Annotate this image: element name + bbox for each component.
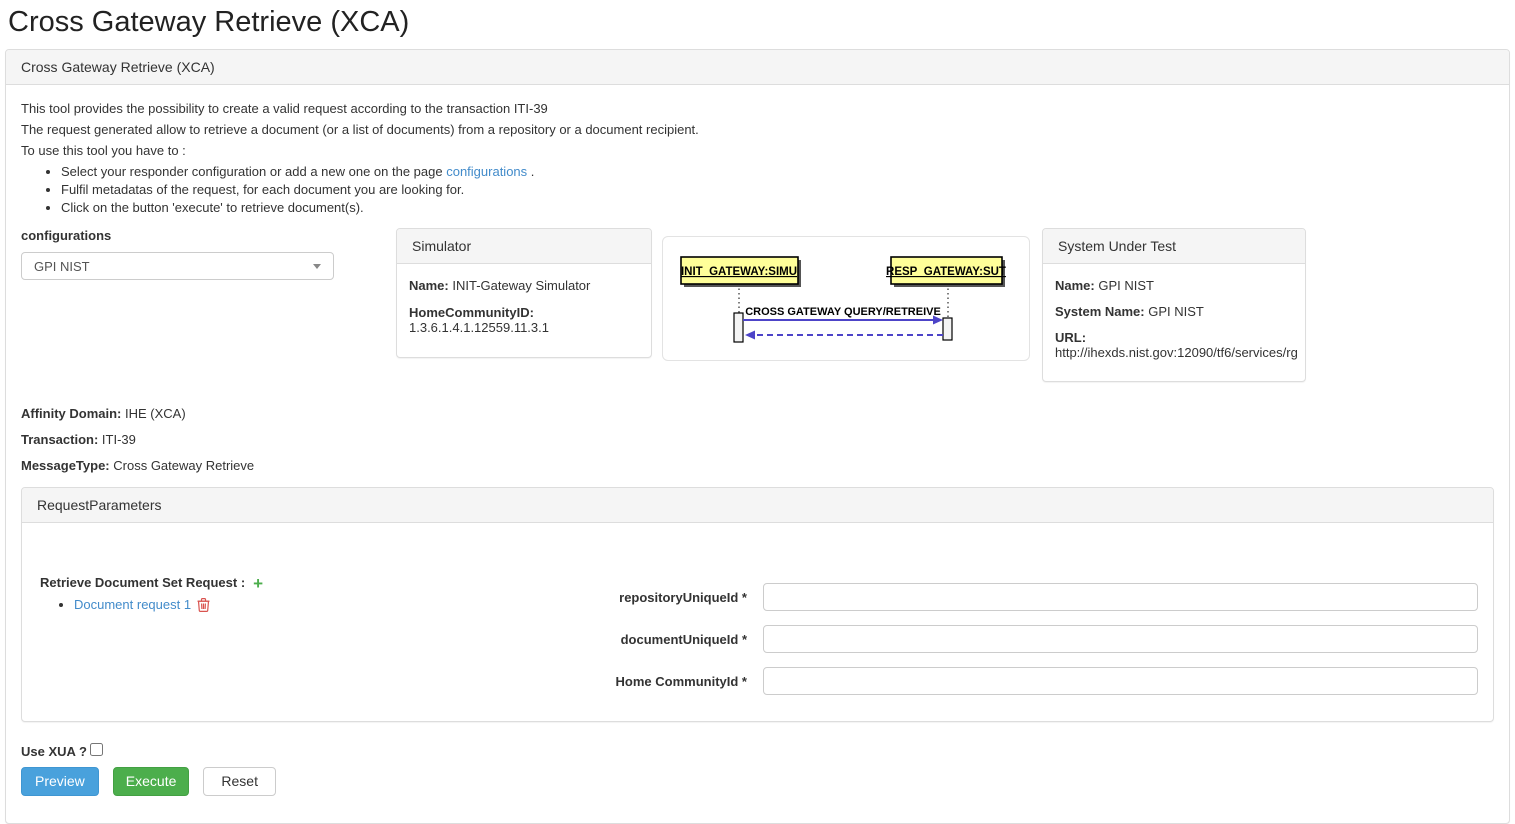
configuration-row: configurations GPI NIST Simulator Name: … <box>21 228 1494 382</box>
simulator-hcid-value: 1.3.6.1.4.1.12559.11.3.1 <box>409 320 549 335</box>
transaction-label: Transaction: <box>21 432 98 447</box>
resp-gateway-label: RESP_GATEWAY:SUT <box>886 266 1006 278</box>
init-gateway-label: INIT_GATEWAY:SIMU <box>681 266 797 278</box>
repository-unique-id-label: repositoryUniqueId * <box>607 590 747 605</box>
action-buttons: Preview Execute Reset <box>21 767 1494 808</box>
simulator-hcid-label: HomeCommunityID: <box>409 305 534 320</box>
affinity-domain-value: IHE (XCA) <box>125 406 186 421</box>
request-parameters-header: RequestParameters <box>22 488 1493 523</box>
arrow-label: CROSS GATEWAY QUERY/RETREIVE <box>745 306 941 318</box>
transaction-meta: Affinity Domain: IHE (XCA) Transaction: … <box>21 406 1494 473</box>
sut-panel-header: System Under Test <box>1043 229 1305 264</box>
document-request-tree: Retrieve Document Set Request : + Documen… <box>40 575 263 616</box>
document-unique-id-input[interactable] <box>763 625 1478 653</box>
transaction-value: ITI-39 <box>102 432 136 447</box>
sut-system-name-label: System Name: <box>1055 304 1145 319</box>
sut-name-value: GPI NIST <box>1098 278 1154 293</box>
description-line-3: To use this tool you have to : <box>21 142 1494 159</box>
message-type-label: MessageType: <box>21 458 110 473</box>
sut-url-label: URL: <box>1055 330 1086 345</box>
home-community-id-label: Home CommunityId * <box>607 674 747 689</box>
document-request-form: repositoryUniqueId * documentUniqueId * … <box>607 583 1478 695</box>
bullet-text: . <box>527 164 534 179</box>
description-line-1: This tool provides the possibility to cr… <box>21 100 1494 117</box>
chevron-down-icon <box>313 264 321 269</box>
main-panel: Cross Gateway Retrieve (XCA) This tool p… <box>5 49 1510 824</box>
configurations-select[interactable]: GPI NIST <box>21 252 334 280</box>
add-document-request-icon[interactable]: + <box>253 577 263 590</box>
reset-button[interactable]: Reset <box>203 767 276 796</box>
configurations-selected-value: GPI NIST <box>34 259 90 274</box>
configurations-label: configurations <box>21 228 396 243</box>
repository-unique-id-input[interactable] <box>763 583 1478 611</box>
simulator-name-label: Name: <box>409 278 449 293</box>
preview-button[interactable]: Preview <box>21 767 99 796</box>
request-parameters-panel: RequestParameters Retrieve Document Set … <box>21 487 1494 722</box>
affinity-domain-label: Affinity Domain: <box>21 406 121 421</box>
simulator-name-value: INIT-Gateway Simulator <box>452 278 590 293</box>
description-line-2: The request generated allow to retrieve … <box>21 121 1494 138</box>
response-arrowhead <box>745 331 755 340</box>
delete-trash-icon[interactable] <box>197 597 210 616</box>
message-type-value: Cross Gateway Retrieve <box>113 458 254 473</box>
sut-name: Name: GPI NIST <box>1055 278 1293 293</box>
retrieve-document-set-label: Retrieve Document Set Request : <box>40 575 245 590</box>
transaction-line: Transaction: ITI-39 <box>21 432 1494 447</box>
sut-system-name-value: GPI NIST <box>1148 304 1204 319</box>
sequence-diagram-svg: INIT_GATEWAY:SIMU RESP_GATEWAY:SUT CROSS… <box>663 237 1029 360</box>
use-xua-row: Use XUA ? <box>21 744 1494 759</box>
bullet-text: Select your responder configuration or a… <box>61 164 446 179</box>
execute-button[interactable]: Execute <box>113 767 190 796</box>
configurations-link[interactable]: configurations <box>446 164 527 179</box>
tool-description: This tool provides the possibility to cr… <box>21 100 1494 216</box>
description-bullets: Select your responder configuration or a… <box>61 163 1494 216</box>
repository-unique-id-row: repositoryUniqueId * <box>607 583 1478 611</box>
simulator-hcid: HomeCommunityID: 1.3.6.1.4.1.12559.11.3.… <box>409 305 639 335</box>
sut-url-value: http://ihexds.nist.gov:12090/tf6/service… <box>1055 345 1298 360</box>
sut-name-label: Name: <box>1055 278 1095 293</box>
document-request-item: Document request 1 <box>74 597 263 616</box>
document-unique-id-row: documentUniqueId * <box>607 625 1478 653</box>
simulator-panel: Simulator Name: INIT-Gateway Simulator H… <box>396 228 652 358</box>
document-request-link[interactable]: Document request 1 <box>74 597 191 612</box>
home-community-id-row: Home CommunityId * <box>607 667 1478 695</box>
bullet-fulfil-metadatas: Fulfil metadatas of the request, for eac… <box>61 181 1494 198</box>
main-panel-header: Cross Gateway Retrieve (XCA) <box>6 50 1509 85</box>
simulator-name: Name: INIT-Gateway Simulator <box>409 278 639 293</box>
left-activation-bar <box>734 313 743 342</box>
affinity-domain-line: Affinity Domain: IHE (XCA) <box>21 406 1494 421</box>
document-unique-id-label: documentUniqueId * <box>607 632 747 647</box>
bullet-select-configuration: Select your responder configuration or a… <box>61 163 1494 180</box>
bullet-click-execute: Click on the button 'execute' to retriev… <box>61 199 1494 216</box>
main-panel-body: This tool provides the possibility to cr… <box>6 85 1509 823</box>
message-type-line: MessageType: Cross Gateway Retrieve <box>21 458 1494 473</box>
sequence-diagram: INIT_GATEWAY:SIMU RESP_GATEWAY:SUT CROSS… <box>662 236 1030 361</box>
use-xua-label: Use XUA ? <box>21 744 87 759</box>
sut-panel: System Under Test Name: GPI NIST System … <box>1042 228 1306 382</box>
page-title: Cross Gateway Retrieve (XCA) <box>8 6 1515 39</box>
configurations-block: configurations GPI NIST <box>21 228 396 280</box>
sut-url: URL: http://ihexds.nist.gov:12090/tf6/se… <box>1055 330 1293 360</box>
simulator-panel-header: Simulator <box>397 229 651 264</box>
right-activation-bar <box>943 318 952 340</box>
home-community-id-input[interactable] <box>763 667 1478 695</box>
sut-system-name: System Name: GPI NIST <box>1055 304 1293 319</box>
use-xua-checkbox[interactable] <box>90 743 103 756</box>
